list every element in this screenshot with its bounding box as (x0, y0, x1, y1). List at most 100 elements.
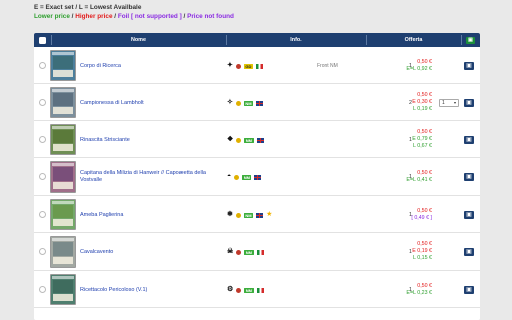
price-value: 0,50 € (417, 283, 432, 289)
price-list: 0,50 € E 0,30 € L 0,19 € (364, 92, 432, 114)
flag-italy-icon (256, 249, 264, 255)
table-row: Capitana della Milizia di Hanweir // Cap… (34, 158, 480, 196)
row-checkbox[interactable] (39, 286, 46, 293)
card-name-link[interactable]: Cavalcavento (80, 249, 220, 256)
table-row: Campionessa di Lambholt ✧ NM 0,50 € E 0,30 €… (34, 84, 480, 121)
price-value: 0,50 € (417, 241, 432, 247)
card-name-link[interactable]: Ricettacolo Pericoloso (V.1) (80, 287, 220, 294)
row-checkbox[interactable] (39, 248, 46, 255)
card-image[interactable] (50, 87, 76, 118)
condition-badge: NM (242, 174, 252, 180)
rarity-icon (235, 212, 241, 218)
price-value: E 0,19 € (412, 248, 432, 255)
card-info: ❖ NM (227, 136, 264, 144)
rarity-icon (236, 137, 242, 143)
add-to-cart-button[interactable]: ▣ (464, 286, 474, 294)
rarity-icon (236, 287, 242, 293)
card-image[interactable] (50, 124, 76, 155)
quantity-value: 1 (409, 287, 412, 293)
row-checkbox[interactable] (39, 136, 46, 143)
cart-icon: ▣ (466, 212, 472, 218)
price-value: E=L 0,23 € (406, 290, 432, 297)
row-checkbox[interactable] (39, 173, 46, 180)
price-value: E 0,30 € (412, 99, 432, 106)
price-list: 0,50 €[ 0,49 € ] (364, 208, 432, 222)
price-list: 0,50 € E=L 0,41 € (364, 170, 432, 184)
card-image[interactable] (50, 274, 76, 305)
header-offer: Offerta (404, 37, 423, 43)
foil-star-icon: ★ (266, 211, 273, 218)
card-info: ◓ NM (227, 173, 262, 181)
table-row: Rinascita Strisciante ❖ NM 0,50 € E 0,79 € L … (34, 121, 480, 158)
price-value: 0,50 € (417, 170, 432, 176)
price-list: 0,50 € E=L 0,92 € (364, 59, 432, 73)
select-all-checkbox[interactable] (39, 36, 46, 44)
flag-uk-icon (256, 212, 264, 218)
card-image[interactable] (50, 50, 76, 81)
set-symbol-icon: ✧ (227, 99, 233, 106)
header-cart-icon[interactable]: ▣ (466, 36, 475, 44)
card-image[interactable] (50, 199, 76, 230)
card-name-link[interactable]: Ameba Paglierina (80, 212, 220, 219)
table-row: Ameba Paglierina ❅ NM ★ 0,50 €[ 0,49 € ] 1 ▣ (34, 196, 480, 233)
condition-badge: NM (243, 100, 254, 106)
quantity-value: 2 (409, 100, 412, 106)
legend-foil: Foil [ not supported ] (117, 12, 182, 20)
quantity-value: 1 (409, 249, 412, 255)
rarity-icon (235, 100, 241, 106)
card-name-link[interactable]: Corpo di Ricerca (80, 63, 220, 70)
quantity-value: 1 (409, 174, 412, 180)
price-list: 0,50 € E 0,79 € L 0,67 € (364, 129, 432, 151)
add-to-cart-button[interactable]: ▣ (464, 62, 474, 70)
flag-uk-icon (254, 174, 262, 180)
condition-badge: NM (243, 212, 254, 218)
cart-icon: ▣ (466, 63, 472, 69)
price-value: 0,50 € (417, 92, 432, 98)
cart-icon: ▣ (466, 174, 472, 180)
card-image[interactable] (50, 236, 76, 268)
flag-italy-icon (255, 63, 263, 69)
add-to-cart-button[interactable]: ▣ (464, 173, 474, 181)
flag-italy-icon (256, 287, 264, 293)
quantity-select[interactable]: 1 ▾ (439, 99, 459, 107)
card-image[interactable] (50, 161, 76, 193)
row-checkbox[interactable] (39, 99, 46, 106)
price-value: [ 0,49 € ] (411, 215, 432, 222)
set-symbol-icon: ❅ (227, 211, 233, 218)
add-to-cart-button[interactable]: ▣ (464, 211, 474, 219)
card-info: ✧ NM (227, 99, 264, 107)
legend-lower-price: Lower price (34, 12, 70, 20)
add-to-cart-button[interactable]: ▣ (464, 136, 474, 144)
quantity-value: 1 (409, 212, 412, 218)
row-checkbox[interactable] (39, 211, 46, 218)
price-value: L 0,67 € (413, 143, 432, 150)
chevron-down-icon: ▾ (453, 100, 456, 105)
legend-line-set: E = Exact set / L = Lowest Availbale (34, 4, 142, 11)
set-symbol-icon: ❖ (227, 136, 234, 143)
cards-table: Nome Info. Offerta ▣ Corpo di Ricerca ✦ GD… (34, 33, 480, 320)
add-to-cart-button[interactable]: ▣ (464, 248, 474, 256)
price-list: 0,50 € E 0,19 € L 0,15 € (364, 241, 432, 263)
condition-badge: NM (244, 287, 254, 293)
legend-higher-price: Higher price (75, 12, 113, 20)
add-to-cart-button[interactable]: ▣ (464, 99, 474, 107)
card-name-link[interactable]: Rinascita Strisciante (80, 137, 220, 144)
card-name-link[interactable]: Capitana della Milizia di Hanweir // Cap… (80, 170, 220, 184)
price-value: E 0,79 € (412, 136, 432, 143)
table-row: Ricettacolo Pericoloso (V.1) ⚙ NM 0,50 € E=L… (34, 271, 480, 308)
rarity-icon (234, 174, 240, 180)
condition-badge: GD (243, 63, 253, 69)
quantity-value: 1 (409, 63, 412, 69)
card-name-link[interactable]: Campionessa di Lambholt (80, 100, 220, 107)
cart-icon: ▣ (466, 100, 472, 106)
card-info: ☠ NM (227, 248, 264, 256)
price-value: 0,50 € (417, 59, 432, 65)
condition-badge: NM (244, 249, 254, 255)
rarity-icon (236, 249, 242, 255)
row-checkbox[interactable] (39, 62, 46, 69)
set-symbol-icon: ◓ (227, 173, 232, 180)
rarity-icon (235, 63, 241, 69)
table-row: Cavalcavento ☠ NM 0,50 € E 0,19 € L 0,15 €1 ▣ (34, 233, 480, 271)
card-note: Front NM (317, 63, 338, 69)
header-info: Info. (290, 37, 302, 43)
